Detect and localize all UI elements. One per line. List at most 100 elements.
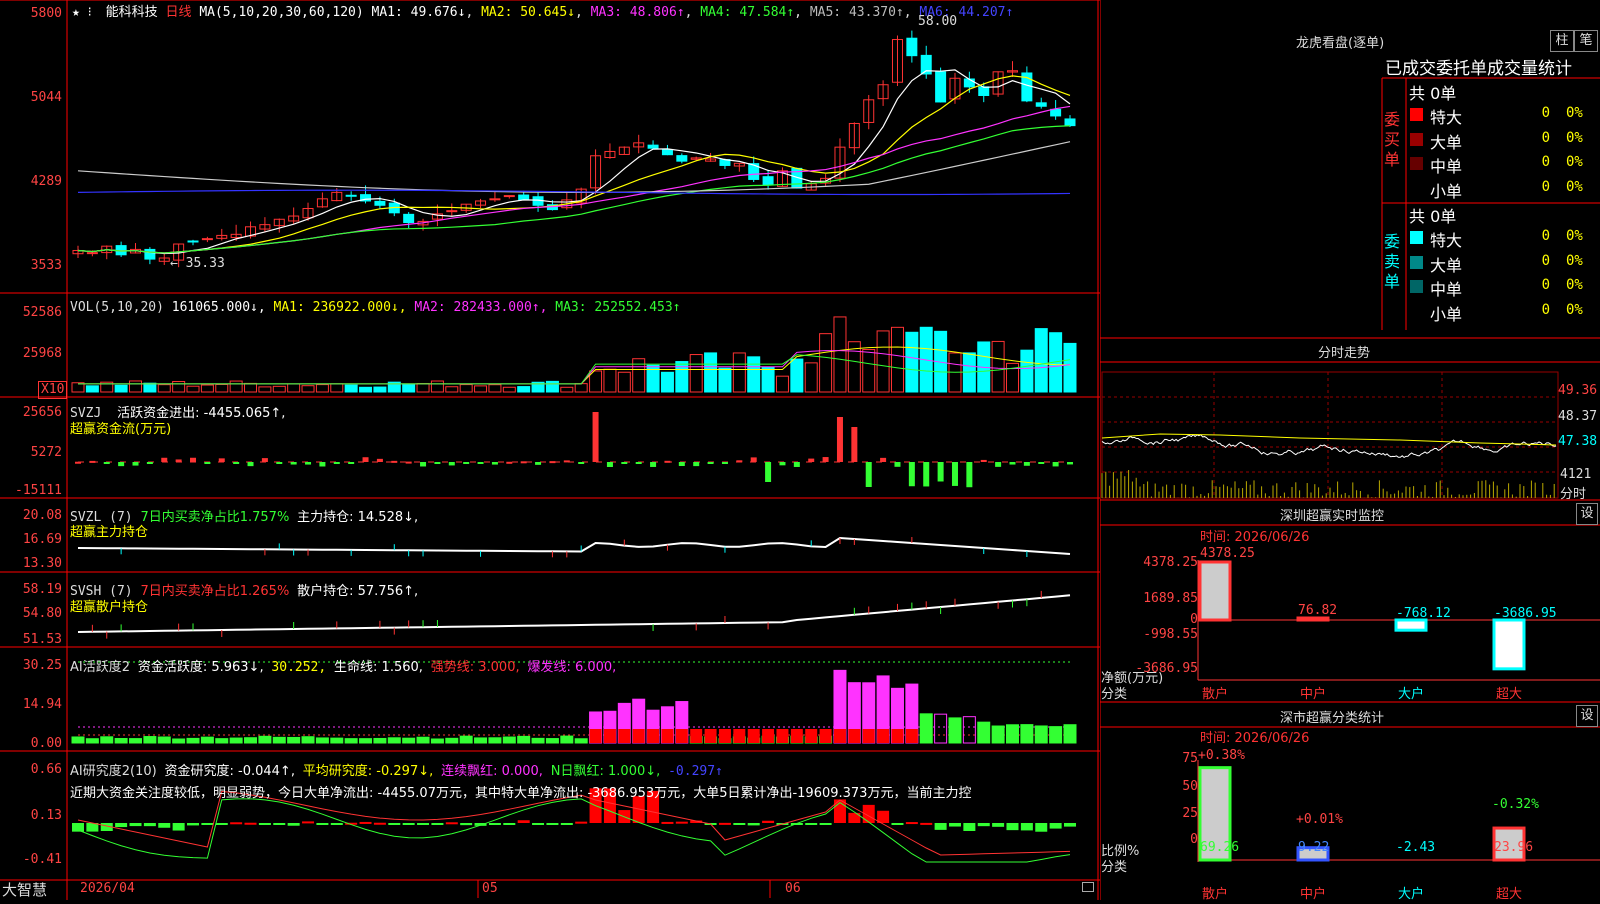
ai1-bar [948, 717, 962, 744]
period-label[interactable]: 日线 [165, 5, 191, 20]
vol-unit-badge[interactable]: X10 [38, 381, 68, 399]
sz-time: 时间: 2026/06/26 [1200, 530, 1310, 545]
brand-logo: 大智慧 [2, 881, 48, 899]
volume-bar [416, 383, 430, 393]
volume-bar [129, 380, 143, 393]
svzj-bar [520, 461, 527, 464]
y-tick-vol-1: 52586 [22, 305, 62, 320]
ai1-base-bar [848, 729, 861, 743]
ai1-bar [272, 736, 286, 744]
sz-bar-label-0: 4378.25 [1200, 546, 1255, 561]
ai1-bar [330, 737, 344, 744]
ai1-bar [919, 713, 933, 744]
ai2-bar [718, 822, 731, 825]
buy-side-label: 委买单 [1384, 110, 1401, 169]
buy-name-1: 大单 [1430, 132, 1463, 152]
x-label-1: 2026/04 [80, 881, 135, 896]
tick-mode-button[interactable]: 笔 [1574, 30, 1598, 52]
ai1-bar [344, 738, 358, 744]
svzj-bar [808, 458, 815, 462]
sell-pct-3: 0% [1566, 301, 1583, 318]
ss-settings-button[interactable]: 设 [1576, 705, 1598, 727]
volume-bar [833, 316, 847, 393]
high-price-label: 58.00 [918, 14, 958, 29]
ss-bar-bottom-3: 23.96 [1494, 840, 1534, 855]
y-tick-ai1-1: 30.25 [22, 658, 62, 673]
svzj-bar [319, 462, 326, 467]
ai1-bar [143, 736, 157, 744]
intraday-avg-line [1101, 433, 1557, 446]
sz-settings-button[interactable]: 设 [1576, 503, 1598, 525]
volume-bar [747, 356, 761, 393]
svzj-bar [736, 460, 743, 463]
volume-bar [244, 382, 258, 393]
buy-pct-3: 0% [1566, 178, 1583, 195]
buy-swatch-0 [1410, 108, 1423, 121]
volume-bar [172, 381, 186, 393]
ai1-bar [315, 737, 329, 744]
svzj-bar [707, 462, 714, 464]
candle-body [518, 194, 530, 201]
buy-val-3: 0 [1541, 178, 1550, 195]
bar-mode-button[interactable]: 柱 [1550, 30, 1574, 52]
svzj-bar [161, 457, 168, 462]
candle-body [86, 252, 98, 255]
svzj-bar [664, 460, 671, 463]
ai1-bar [85, 738, 99, 744]
ai1-bar [430, 738, 444, 744]
ai1-base-bar [675, 729, 688, 743]
svzj-bar [635, 462, 642, 464]
kline-chart-area[interactable]: ★ ⁝ 能科科技 日线 MA(5,10,20,30,60,120) MA1: 4… [0, 0, 1100, 900]
ss-cat-1: 中户 [1300, 887, 1327, 902]
ai2-bar [762, 820, 775, 823]
sell-pct-0: 0% [1566, 228, 1583, 244]
svzj-bar [578, 462, 585, 464]
ai1-bar [962, 716, 976, 744]
ai2-bar [977, 823, 990, 827]
svzj-bar [951, 462, 958, 486]
svzj-bar [276, 462, 283, 464]
ai1-base-bar [905, 729, 918, 743]
ai2-n-day-red: N日飘红: 1.000↓, [550, 764, 661, 779]
svzj-bar [405, 461, 412, 464]
y-tick-ai2-2: 0.13 [30, 808, 62, 823]
sell-pct-1: 0% [1566, 252, 1583, 269]
svzj-bar [146, 462, 153, 464]
svsh-pos: 散户持仓: 57.756↑, [297, 584, 419, 599]
sell-val-3: 0 [1541, 301, 1550, 318]
favorite-icon[interactable]: ★ ⁝ [72, 5, 92, 20]
svzj-bar [434, 462, 441, 464]
ai1-bar [114, 738, 128, 744]
svzj-bar [362, 457, 369, 462]
ai1-base-bar [862, 729, 875, 743]
volume-bar [862, 349, 876, 393]
volume-bar [445, 386, 459, 393]
ma-line-5 [77, 141, 1071, 193]
sz-cat-3: 超大 [1496, 687, 1523, 702]
volume-bar [330, 383, 344, 393]
sell-swatch-1 [1410, 255, 1423, 269]
svzj-bar [448, 462, 455, 466]
ai1-bar [244, 737, 258, 744]
candle-body [503, 195, 515, 198]
right-panel: 龙虎看盘(逐单) 柱 笔 已成交委托单成交量统计 委买单 共 0单 特大 0 0% 大… [1099, 0, 1600, 902]
ai2-bar [143, 823, 156, 827]
y-tick-svzj-3: -15111 [15, 483, 62, 498]
volume-bar [603, 368, 617, 393]
svzj-bar [535, 462, 542, 465]
ma-line-6 [77, 189, 1071, 196]
lock-icon[interactable] [1082, 882, 1094, 892]
stock-name[interactable]: 能科科技 [106, 5, 158, 20]
vol-header: VOL(5,10,20) 161065.000↓, MA1: 236922.00… [70, 300, 681, 315]
candle-body [661, 149, 673, 156]
ai1-base-bar [833, 729, 846, 743]
svzj-bar [1052, 462, 1059, 467]
ma-line-4 [77, 125, 1071, 254]
sell-swatch-2 [1410, 280, 1423, 293]
svzj-bar [261, 458, 268, 462]
candle-body [345, 194, 357, 197]
svzj-bar [1067, 462, 1073, 465]
volume-bar [258, 386, 272, 393]
ma-line-1 [77, 69, 1071, 255]
vol-ma2: MA2: 282433.000↑, [414, 300, 548, 315]
